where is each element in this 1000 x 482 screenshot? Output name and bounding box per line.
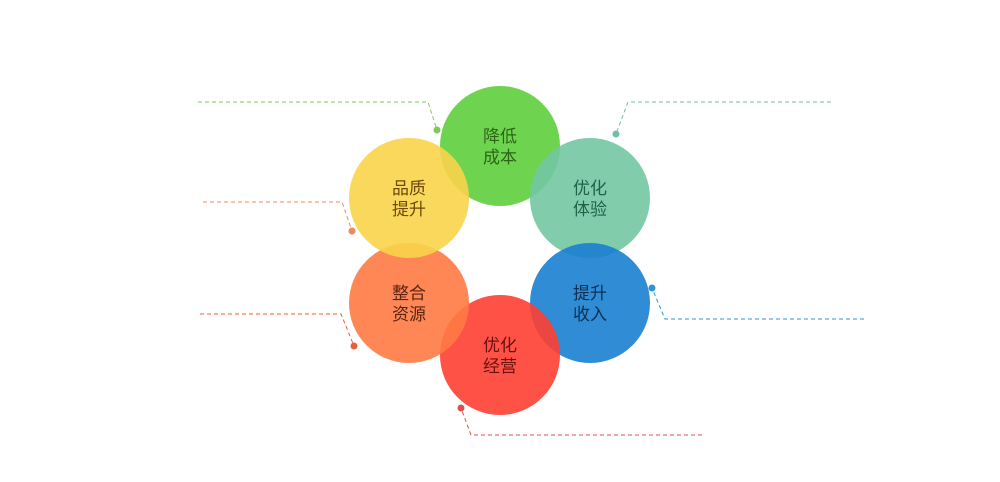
circle-label-optimize-operations-line2: 经营 — [483, 357, 517, 377]
circle-label-reduce-cost-line2: 成本 — [483, 148, 517, 168]
circle-label-optimize-operations-line1: 优化 — [483, 336, 517, 356]
circle-label-improve-quality-line2: 提升 — [392, 200, 426, 220]
circles: 降低 成本 优化 体验 提升 收入 优化 经营 整合 资源 品质 提升 — [349, 86, 650, 415]
circle-label-integrate-resources-line1: 整合 — [392, 284, 426, 304]
circle-label-optimize-experience-line2: 体验 — [573, 200, 607, 220]
circle-label-increase-revenue-line1: 提升 — [573, 284, 607, 304]
connector-improve-quality — [203, 201, 356, 235]
circle-label-improve-quality-line1: 品质 — [392, 179, 426, 199]
circle-label-optimize-experience-line1: 优化 — [573, 179, 607, 199]
circle-label-increase-revenue-line2: 收入 — [573, 305, 607, 325]
connector-increase-revenue — [648, 284, 864, 320]
circle-label-reduce-cost-line1: 降低 — [483, 127, 517, 147]
circle-label-integrate-resources-line2: 资源 — [392, 305, 426, 325]
connector-optimize-experience — [612, 101, 831, 138]
diagram-canvas: 降低 成本 优化 体验 提升 收入 优化 经营 整合 资源 品质 提升 — [198, 86, 864, 436]
circle-integrate-resources: 整合 资源 — [349, 243, 469, 363]
cycle-diagram: 降低 成本 优化 体验 提升 收入 优化 经营 整合 资源 品质 提升 — [0, 0, 1000, 482]
connector-integrate-resources — [200, 313, 358, 350]
connector-reduce-cost — [198, 101, 441, 134]
circle-improve-quality: 品质 提升 — [349, 138, 469, 258]
circle-optimize-experience: 优化 体验 — [530, 138, 650, 258]
